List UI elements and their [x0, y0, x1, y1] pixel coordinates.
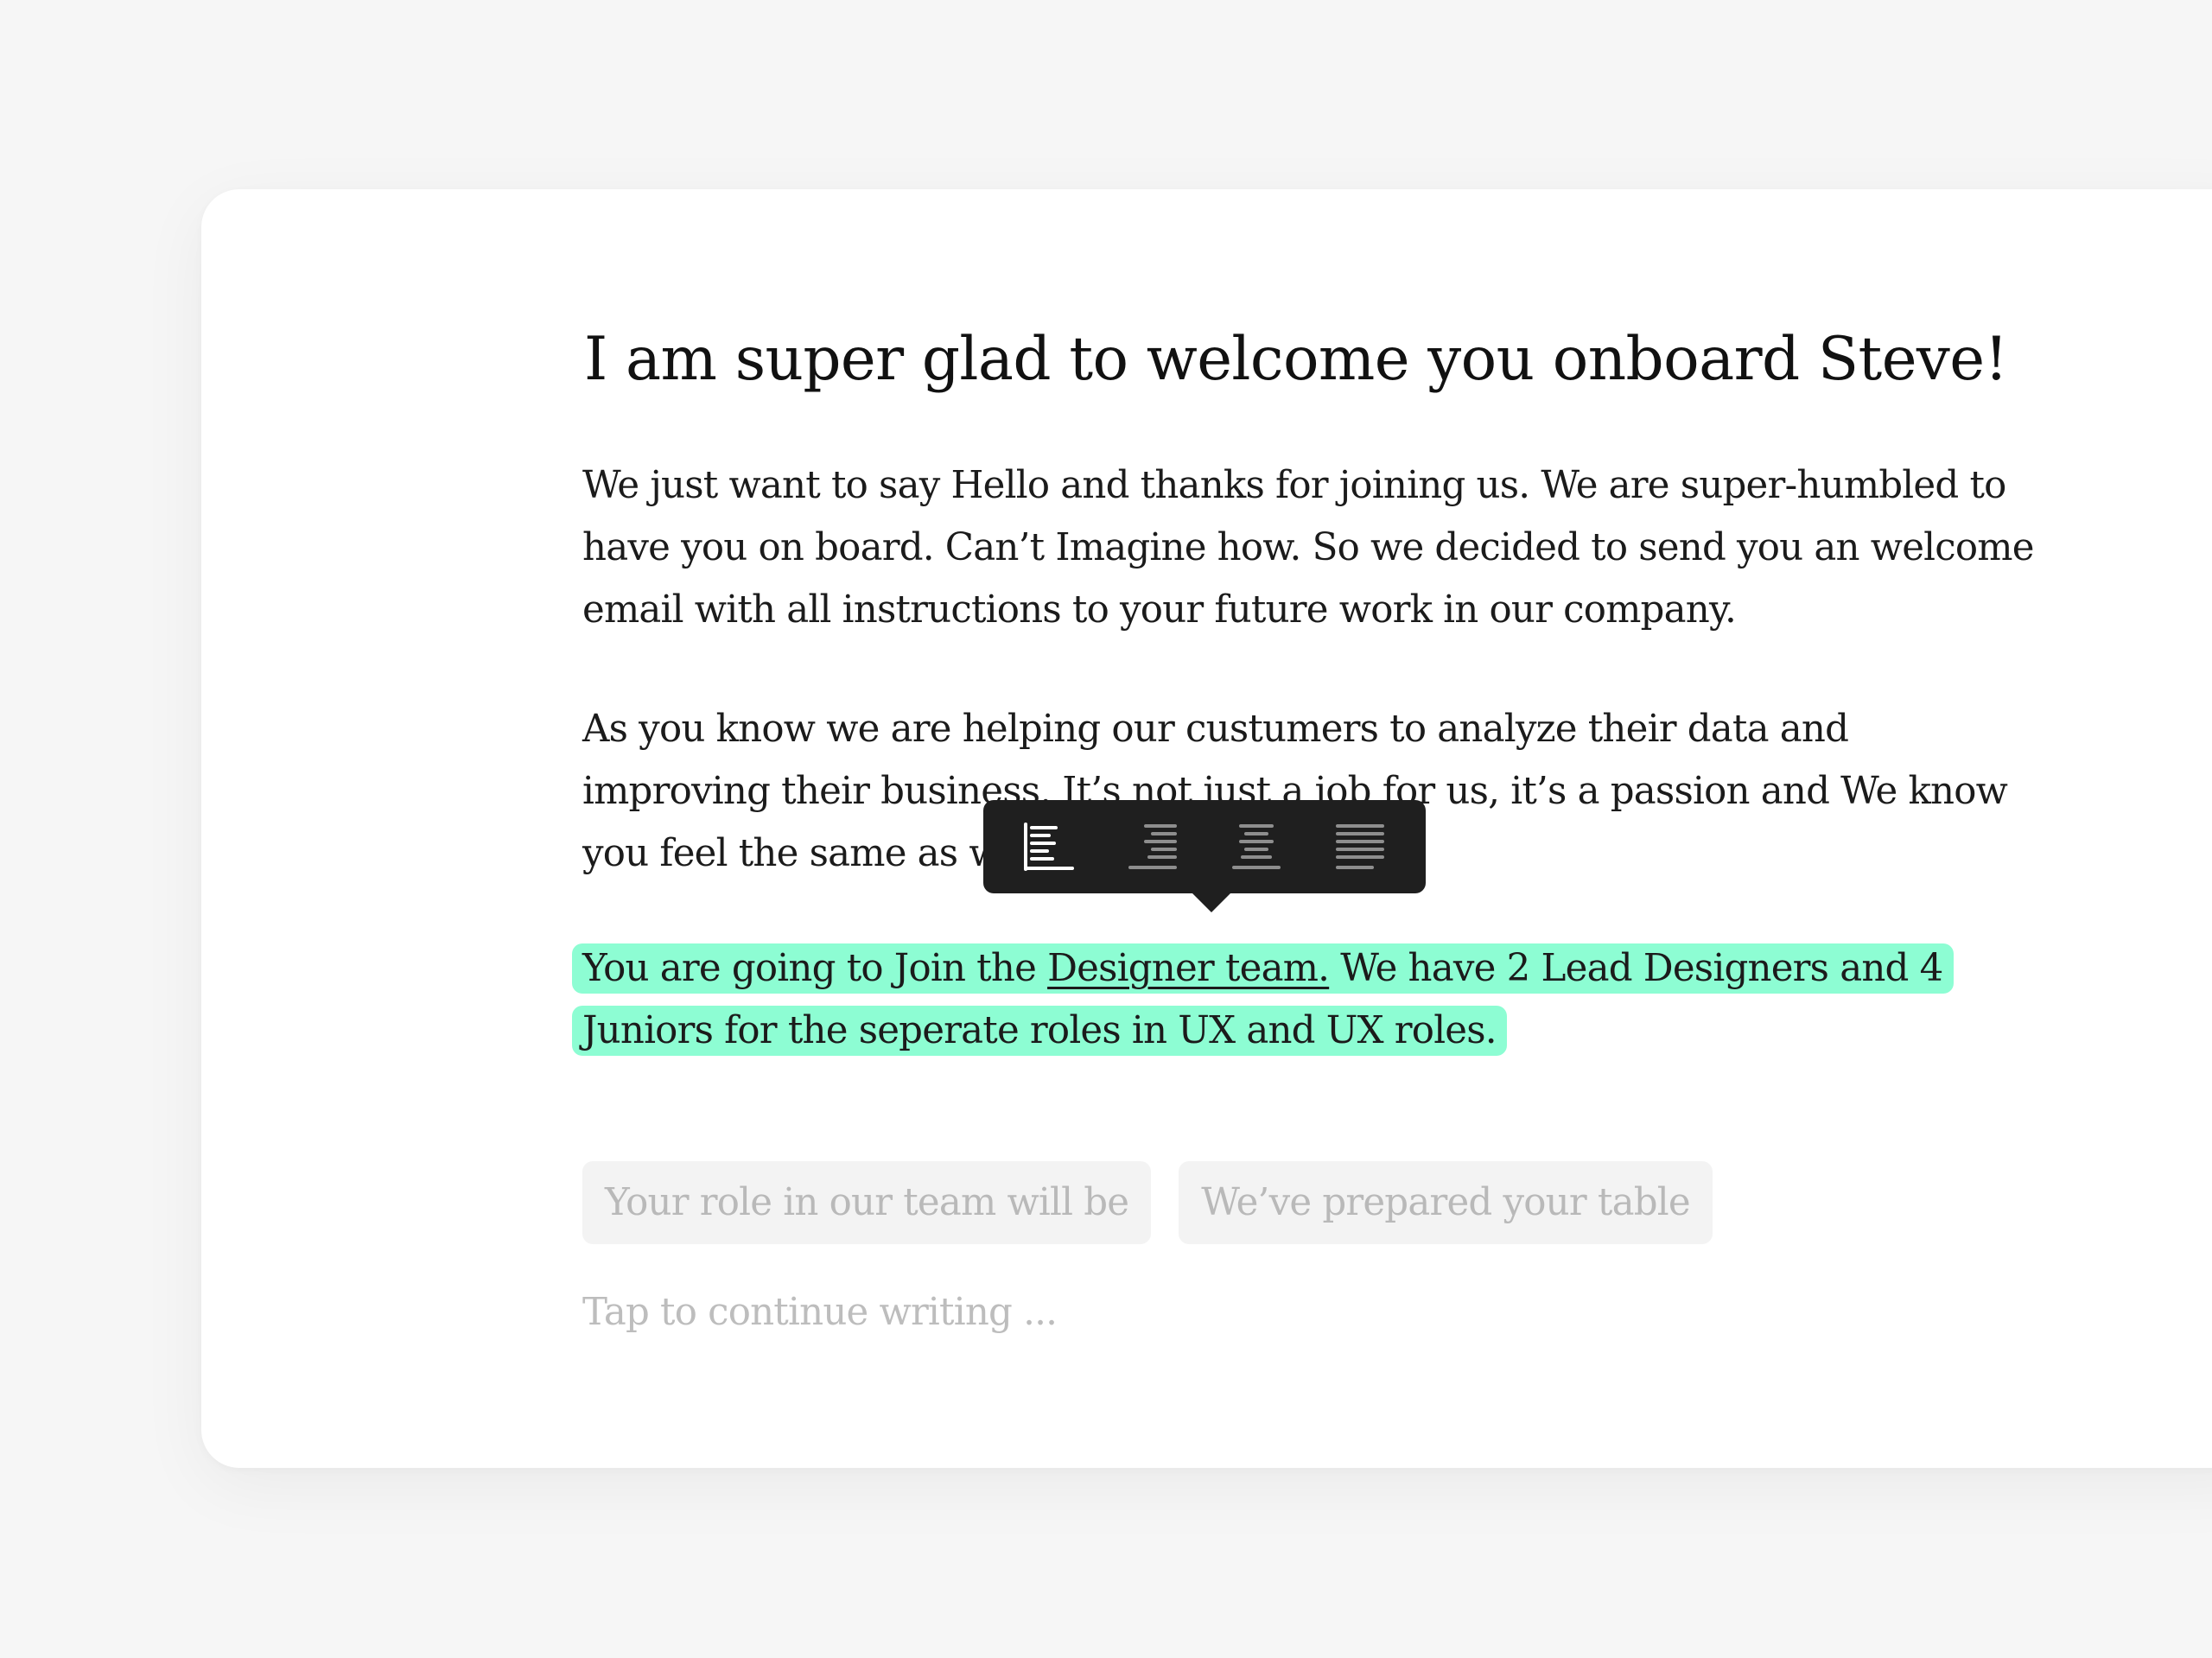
- selection-highlight: Juniors for the seperate roles in UX and…: [572, 1006, 1507, 1056]
- selected-text: We have 2 Lead Designers and 4: [1329, 947, 1943, 990]
- paragraph-selected[interactable]: You are going to Join the Designer team.…: [572, 937, 1954, 1062]
- align-justify-button[interactable]: [1325, 812, 1395, 881]
- selected-line: You are going to Join the Designer team.…: [572, 937, 1954, 1000]
- document-title[interactable]: I am super glad to welcome you onboard S…: [584, 318, 2053, 401]
- suggestion-chip-table[interactable]: We’ve prepared your table: [1179, 1161, 1713, 1244]
- designer-team-link[interactable]: Designer team.: [1047, 947, 1330, 990]
- align-center-button[interactable]: [1222, 812, 1291, 881]
- align-right-button[interactable]: [1118, 812, 1187, 881]
- paragraph-intro[interactable]: We just want to say Hello and thanks for…: [582, 454, 2034, 641]
- align-justify-icon: [1336, 824, 1384, 869]
- paragraph-line: have you on board. Can’t Imagine how. So…: [582, 526, 2034, 569]
- paragraph-line: As you know we are helping our custumers…: [582, 708, 1849, 751]
- align-right-icon: [1128, 824, 1177, 869]
- alignment-toolbar: [983, 800, 1426, 912]
- paragraph-line: We just want to say Hello and thanks for…: [582, 464, 2006, 507]
- paragraph-line: email with all instructions to your futu…: [582, 588, 1737, 632]
- align-left-button[interactable]: [1014, 812, 1084, 881]
- align-left-icon: [1024, 823, 1074, 871]
- align-center-icon: [1232, 824, 1281, 869]
- selected-text: You are going to Join the: [582, 947, 1048, 990]
- selected-text: Juniors for the seperate roles in UX and…: [582, 1009, 1497, 1052]
- continue-writing-placeholder[interactable]: Tap to continue writing ...: [582, 1291, 1058, 1334]
- suggestion-chips: Your role in our team will be We’ve prep…: [582, 1161, 1713, 1244]
- selected-line: Juniors for the seperate roles in UX and…: [572, 1000, 1948, 1062]
- suggestion-chip-role[interactable]: Your role in our team will be: [582, 1161, 1152, 1244]
- selection-highlight: You are going to Join the Designer team.…: [572, 943, 1954, 994]
